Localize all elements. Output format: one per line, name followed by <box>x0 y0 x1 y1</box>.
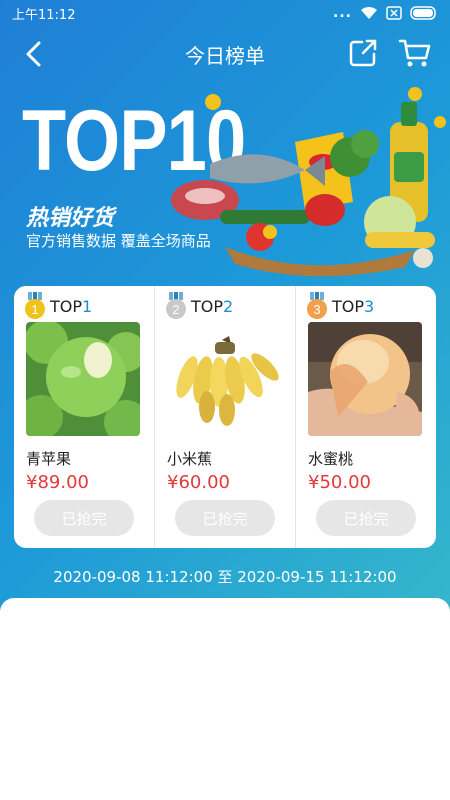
bronze-medal-icon: 3 <box>306 292 328 320</box>
rank-label: 2 TOP2 <box>165 292 233 320</box>
ranking-list-panel <box>0 598 450 800</box>
sold-out-button[interactable]: 已抢完 <box>316 500 416 536</box>
product-price: ¥60.00 <box>167 472 230 493</box>
status-icons: ... <box>333 5 438 21</box>
top10-banner: TOP10 热销好货 官方销售数据 覆盖全场商品 <box>0 82 450 282</box>
product-card[interactable]: 2 TOP2 小米蕉 ¥60.00 已抢完 <box>155 286 296 548</box>
peach-image[interactable] <box>308 322 422 436</box>
back-arrow-icon[interactable] <box>22 40 48 68</box>
gold-medal-icon: 1 <box>24 292 46 320</box>
share-icon[interactable] <box>348 38 378 68</box>
rank-number: 3 <box>364 296 375 316</box>
cart-icon[interactable] <box>398 38 432 68</box>
rank-label: 3 TOP3 <box>306 292 374 320</box>
more-dots-icon: ... <box>333 5 352 21</box>
sim-icon <box>386 6 402 20</box>
product-card[interactable]: 3 TOP3 水蜜桃 ¥50.00 已抢完 <box>296 286 436 548</box>
product-card[interactable]: 1 TOP1 青苹果 ¥89.00 已抢完 <box>14 286 155 548</box>
status-bar: 上午11:12 ... <box>0 0 450 26</box>
page-title: 今日榜单 <box>185 43 265 68</box>
rank-label: 1 TOP1 <box>24 292 92 320</box>
status-time: 上午11:12 <box>12 7 76 23</box>
sold-out-button[interactable]: 已抢完 <box>34 500 134 536</box>
rank-prefix: TOP <box>50 296 83 316</box>
ranking-date-range: 2020-09-08 11:12:00 至 2020-09-15 11:12:0… <box>53 568 397 586</box>
medal-number: 3 <box>313 302 320 317</box>
product-price: ¥89.00 <box>26 472 89 493</box>
wifi-icon <box>360 6 378 20</box>
rank-number: 1 <box>82 296 93 316</box>
product-name: 小米蕉 <box>167 450 213 468</box>
rank-prefix: TOP <box>191 296 224 316</box>
baby-banana-image[interactable] <box>167 322 281 436</box>
silver-medal-icon: 2 <box>165 292 187 320</box>
product-name: 青苹果 <box>26 450 72 468</box>
sold-out-button[interactable]: 已抢完 <box>175 500 275 536</box>
rank-prefix: TOP <box>332 296 365 316</box>
product-price: ¥50.00 <box>308 472 371 493</box>
medal-number: 2 <box>172 302 179 317</box>
green-apple-image[interactable] <box>26 322 140 436</box>
product-name: 水蜜桃 <box>308 450 354 468</box>
groceries-illustration <box>171 87 446 277</box>
medal-number: 1 <box>31 302 38 317</box>
top3-products: 1 TOP1 青苹果 ¥89.00 已抢完 2 TOP2 小米蕉 ¥60.00 … <box>14 286 436 548</box>
top-nav: 今日榜单 <box>0 26 450 82</box>
rank-number: 2 <box>223 296 234 316</box>
banner-subtitle: 热销好货 <box>26 206 115 231</box>
battery-icon <box>410 6 438 20</box>
